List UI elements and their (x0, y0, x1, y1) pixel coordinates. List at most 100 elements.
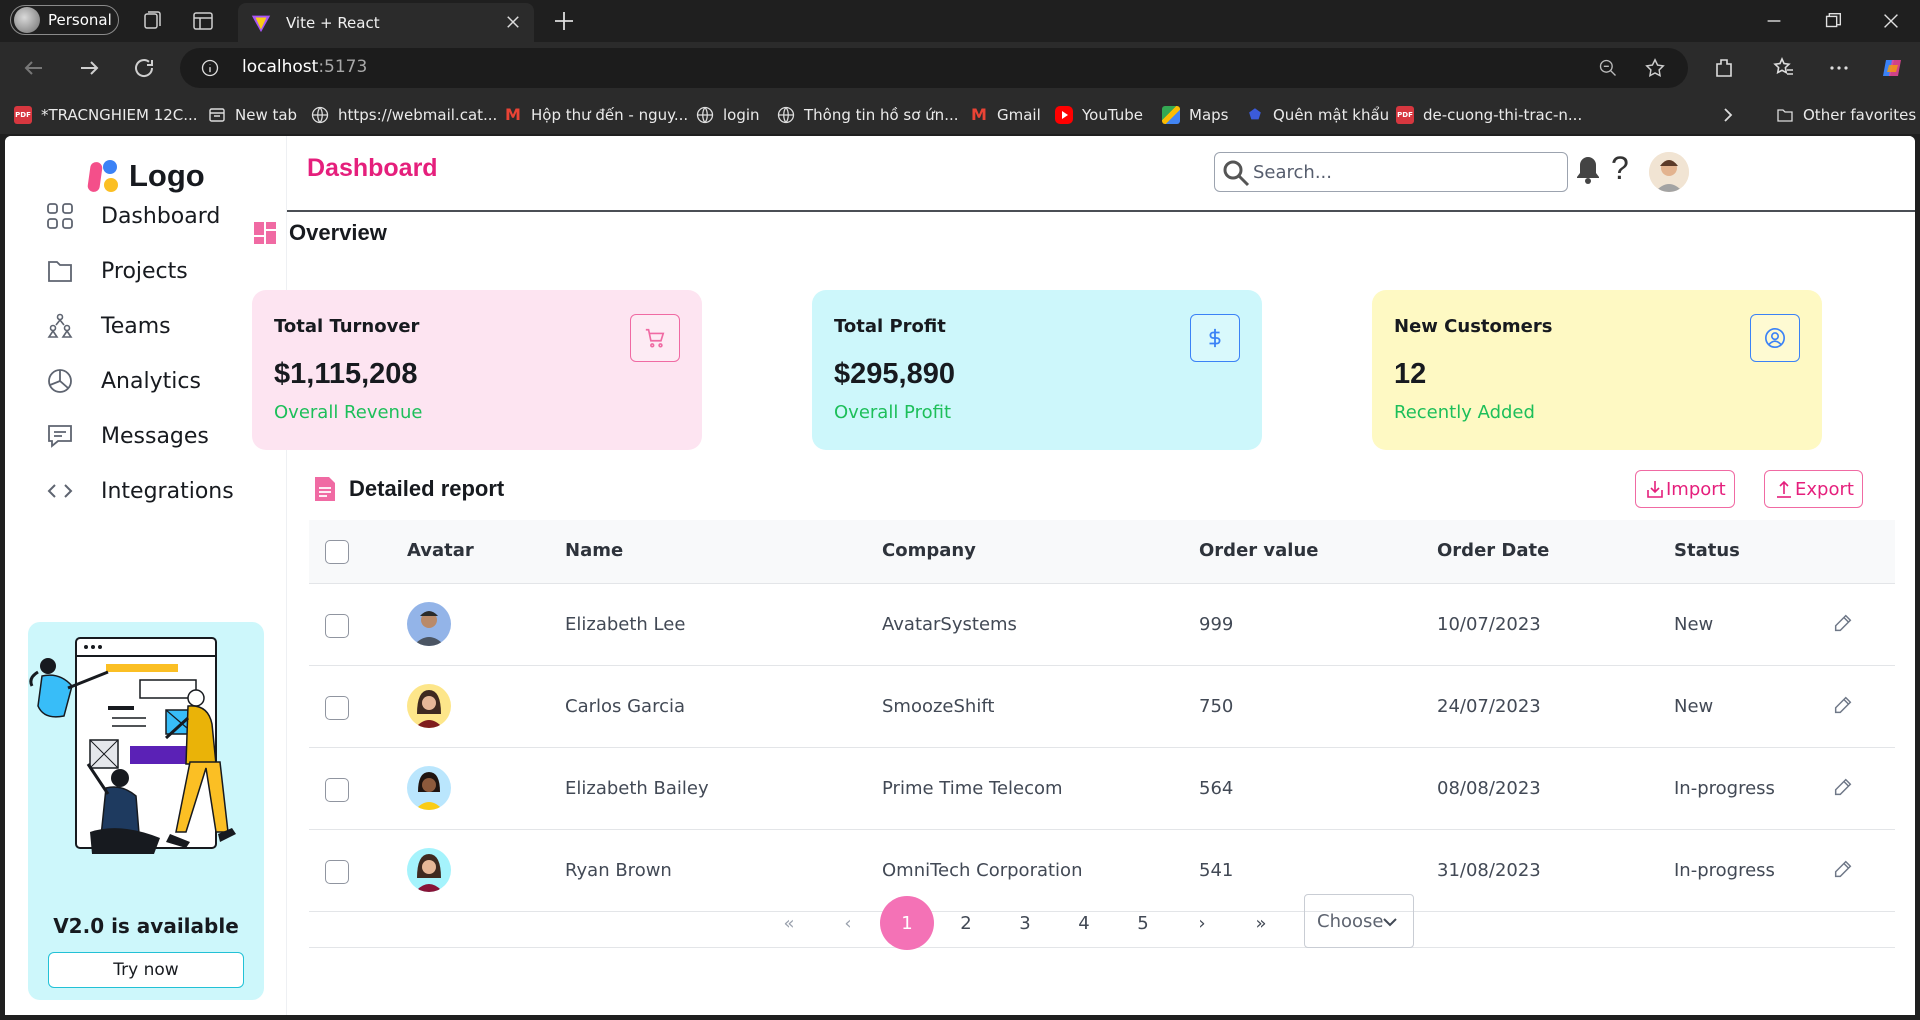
column-header[interactable]: Order value (1199, 540, 1319, 561)
sidebar-item-integrations[interactable]: Integrations (45, 471, 265, 511)
page-button-2[interactable]: 2 (939, 896, 993, 950)
tab-title: Vite + React (286, 13, 380, 32)
user-avatar[interactable] (1649, 152, 1689, 192)
column-header[interactable]: Name (565, 540, 623, 561)
favorite-star-icon[interactable] (1644, 57, 1666, 79)
profile-button[interactable]: Personal (10, 5, 119, 35)
row-checkbox[interactable] (325, 778, 349, 802)
edit-pencil-icon[interactable] (1832, 858, 1854, 880)
search-box[interactable] (1214, 152, 1568, 192)
minimize-icon[interactable] (1763, 10, 1785, 32)
close-tab-icon[interactable] (504, 13, 522, 31)
sidebar-item-dashboard[interactable]: Dashboard (45, 196, 265, 236)
address-bar[interactable]: localhost:5173 (180, 48, 1688, 88)
bookmarks-overflow-icon[interactable] (1718, 104, 1738, 126)
sidebar-item-messages[interactable]: Messages (45, 416, 265, 456)
other-favorites[interactable]: Other favorites (1776, 104, 1916, 126)
cell-name: Ryan Brown (565, 860, 672, 881)
bookmark-item[interactable]: ⬟ Quên mật khẩu (1246, 104, 1389, 126)
import-button[interactable]: Import (1635, 470, 1735, 508)
close-window-icon[interactable] (1880, 10, 1902, 32)
new-tab-icon[interactable] (552, 9, 576, 33)
bookmark-item[interactable]: PDF de-cuong-thi-trac-n... (1396, 104, 1582, 126)
youtube-icon (1055, 106, 1073, 124)
copilot-icon[interactable] (1880, 56, 1904, 80)
search-icon (1223, 160, 1250, 187)
workspaces-icon[interactable] (140, 9, 164, 33)
column-header[interactable]: Order Date (1437, 540, 1549, 561)
bookmark-item[interactable]: M Gmail (970, 104, 1041, 126)
sidebar-item-teams[interactable]: Teams (45, 306, 265, 346)
bookmark-item[interactable]: Maps (1162, 104, 1228, 126)
bookmark-item[interactable]: login (696, 104, 760, 126)
cell-company: AvatarSystems (882, 614, 1017, 635)
row-checkbox[interactable] (325, 614, 349, 638)
notification-bell-icon[interactable] (1575, 154, 1601, 186)
select-all-checkbox[interactable] (325, 540, 349, 564)
next-page-button[interactable]: › (1175, 896, 1229, 950)
search-input[interactable] (1253, 159, 1553, 185)
edit-pencil-icon[interactable] (1832, 612, 1854, 634)
bookmark-item[interactable]: YouTube (1055, 104, 1143, 126)
site-info-icon[interactable] (200, 58, 220, 78)
cell-name: Carlos Garcia (565, 696, 686, 717)
sidebar: Logo Dashboard Projects Teams Analytics … (5, 136, 287, 1015)
stat-card-profit: Total Profit $295,890 Overall Profit (812, 290, 1262, 450)
help-icon[interactable]: ? (1611, 150, 1629, 187)
sidebar-item-projects[interactable]: Projects (45, 251, 265, 291)
row-checkbox[interactable] (325, 860, 349, 884)
vite-favicon-icon (251, 15, 271, 32)
column-header[interactable]: Avatar (407, 540, 474, 561)
bookmark-item[interactable]: New tab (208, 104, 297, 126)
card-value: $295,890 (834, 358, 955, 390)
code-icon (47, 484, 73, 498)
user-circle-icon (1750, 314, 1800, 362)
edit-pencil-icon[interactable] (1832, 694, 1854, 716)
refresh-icon[interactable] (132, 56, 156, 80)
logo[interactable]: Logo (86, 158, 205, 194)
edit-pencil-icon[interactable] (1832, 776, 1854, 798)
import-icon (1647, 481, 1663, 498)
stat-card-turnover: Total Turnover $1,115,208 Overall Revenu… (252, 290, 702, 450)
upgrade-promo-card: V2.0 is available Try now (28, 622, 264, 1000)
zoom-out-icon[interactable] (1598, 58, 1618, 78)
row-checkbox[interactable] (325, 696, 349, 720)
back-icon[interactable] (22, 56, 46, 80)
page-button-3[interactable]: 3 (998, 896, 1052, 950)
column-header[interactable]: Company (882, 540, 976, 561)
first-page-button[interactable]: « (762, 896, 816, 950)
export-button[interactable]: Export (1764, 470, 1863, 508)
forward-icon[interactable] (77, 56, 101, 80)
bookmark-item[interactable]: https://webmail.cat... (311, 104, 497, 126)
restore-icon[interactable] (1822, 10, 1844, 32)
browser-tab-active[interactable]: Vite + React (238, 3, 534, 42)
column-header[interactable]: Status (1674, 540, 1740, 561)
page-button-4[interactable]: 4 (1057, 896, 1111, 950)
sidebar-item-label: Analytics (101, 368, 201, 394)
bookmark-item[interactable]: Thông tin hồ sơ ứn... (777, 104, 959, 126)
more-menu-icon[interactable] (1827, 56, 1851, 80)
cell-status: New (1674, 696, 1714, 717)
extensions-icon[interactable] (1712, 56, 1736, 80)
page-button-5[interactable]: 5 (1116, 896, 1170, 950)
table-row: Carlos Garcia SmoozeShift 750 24/07/2023… (309, 666, 1895, 748)
overview-icon (254, 222, 276, 244)
prev-page-button[interactable]: ‹ (821, 896, 875, 950)
stat-card-customers: New Customers 12 Recently Added (1372, 290, 1822, 450)
sidebar-item-label: Messages (101, 423, 209, 449)
bookmark-item[interactable]: M Hộp thư đến - nguy... (504, 104, 688, 126)
page-button-1[interactable]: 1 (880, 896, 934, 950)
sidebar-item-analytics[interactable]: Analytics (45, 361, 265, 401)
favorites-icon[interactable] (1772, 56, 1796, 80)
url-text: localhost:5173 (242, 57, 368, 77)
cell-status: In-progress (1674, 860, 1775, 881)
cell-status: In-progress (1674, 778, 1775, 799)
page-size-select[interactable]: Choose (1304, 894, 1414, 948)
shield-icon: ⬟ (1248, 107, 1262, 123)
bookmark-item[interactable]: PDF *TRACNGHIEM 12C... (14, 104, 198, 126)
cell-company: OmniTech Corporation (882, 860, 1083, 881)
tab-actions-icon[interactable] (191, 9, 215, 33)
last-page-button[interactable]: » (1234, 896, 1288, 950)
cell-name: Elizabeth Bailey (565, 778, 709, 799)
try-now-button[interactable]: Try now (48, 952, 244, 988)
